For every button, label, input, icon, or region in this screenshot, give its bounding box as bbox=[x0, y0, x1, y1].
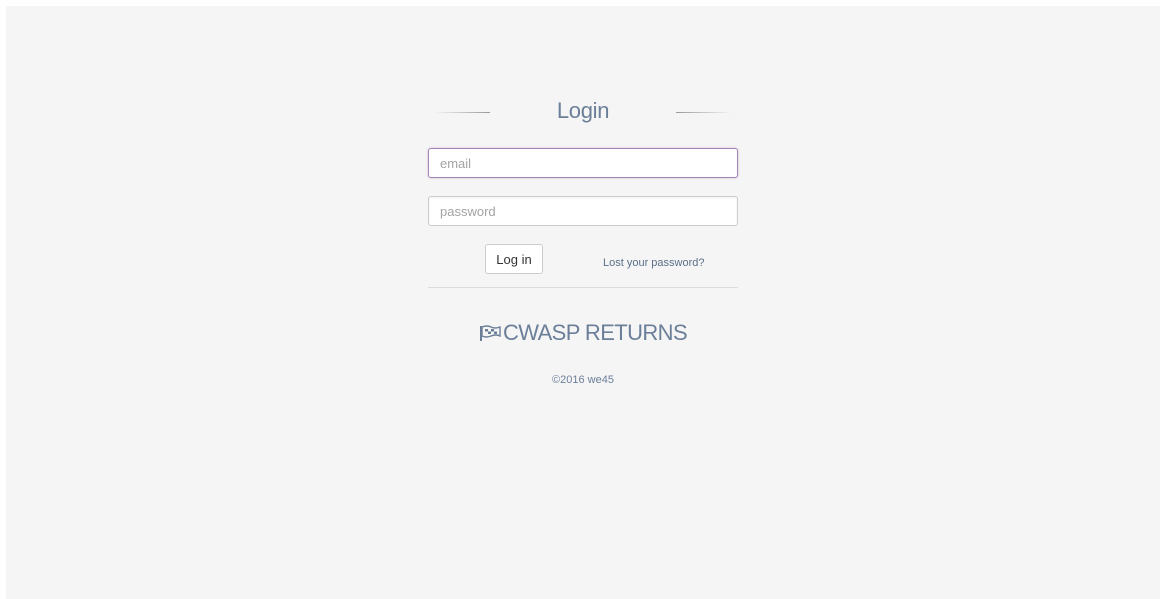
brand: CWASP RETURNS bbox=[428, 320, 738, 346]
title-decoration-right bbox=[676, 112, 732, 113]
divider bbox=[428, 287, 738, 288]
copyright: ©2016 we45 bbox=[552, 374, 614, 386]
email-input[interactable] bbox=[428, 148, 738, 178]
brand-name: CWASP RETURNS bbox=[502, 320, 688, 345]
flag-checkered-icon bbox=[479, 321, 501, 341]
page-background: Login Log in Lost your password? CWASP R… bbox=[6, 6, 1160, 599]
login-title: Login bbox=[556, 98, 610, 123]
password-input[interactable] bbox=[428, 196, 738, 226]
login-button[interactable]: Log in bbox=[485, 244, 543, 274]
lost-password-link[interactable]: Lost your password? bbox=[603, 257, 705, 269]
login-header: Login bbox=[428, 98, 738, 128]
